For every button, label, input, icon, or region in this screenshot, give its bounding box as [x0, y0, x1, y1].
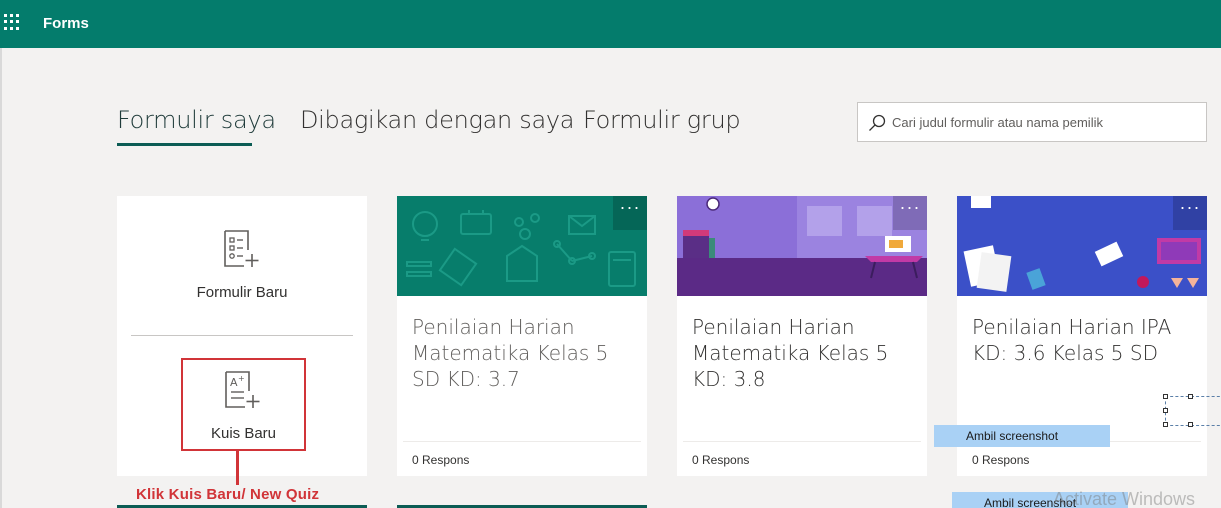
card-title: Penilaian Harian IPA KD: 3.6 Kelas 5 SD [972, 315, 1172, 365]
search-input[interactable] [892, 103, 1202, 141]
card-responses: 0 Respons [972, 453, 1030, 467]
callout-annotation: Klik Kuis Baru/ New Quiz [136, 486, 320, 503]
new-form-icon [224, 230, 259, 267]
card-title: Penilaian Harian Matematika Kelas 5 SD K… [412, 315, 609, 391]
svg-text:A: A [230, 376, 238, 389]
search-icon [869, 114, 886, 131]
snip-handle[interactable] [1163, 408, 1168, 413]
tab-active-indicator [117, 143, 252, 146]
education-pattern-icon [406, 210, 636, 287]
new-quiz-label: Kuis Baru [210, 425, 277, 442]
form-card[interactable]: ··· Penilaian Harian Matematika Kelas 5 … [397, 196, 647, 476]
snip-handle[interactable] [1188, 394, 1193, 399]
app-title[interactable]: Forms [43, 15, 89, 32]
snip-handle[interactable] [1163, 422, 1168, 427]
snip-handle[interactable] [1188, 422, 1193, 427]
new-quiz-icon: A + [225, 371, 260, 408]
search-box[interactable] [857, 102, 1207, 142]
more-options-button[interactable]: ··· [893, 196, 927, 230]
snip-handle[interactable] [1163, 394, 1168, 399]
svg-text:+: + [238, 374, 245, 383]
snip-tooltip[interactable]: Ambil screenshot [934, 425, 1110, 447]
card-banner-study [957, 196, 1207, 296]
new-form-button[interactable]: Formulir Baru [117, 196, 367, 326]
snip-selection[interactable] [1163, 394, 1221, 427]
activation-watermark: Activate Windows [1053, 489, 1196, 508]
new-form-label: Formulir Baru [196, 284, 288, 301]
callout-pointer [236, 449, 239, 485]
card-responses: 0 Respons [412, 453, 470, 467]
tab-group-forms[interactable]: Formulir grup [583, 106, 741, 134]
tab-shared-with-me[interactable]: Dibagikan dengan saya [300, 106, 574, 134]
card-divider [403, 441, 641, 442]
more-options-button[interactable]: ··· [1173, 196, 1207, 230]
new-item-panel: Formulir Baru A + Kuis Baru [117, 196, 367, 476]
study-desk-icon [963, 196, 1201, 292]
app-launcher-icon[interactable] [4, 14, 20, 30]
office-scene-icon [677, 196, 927, 296]
tab-my-forms[interactable]: Formulir saya [117, 106, 276, 134]
left-border [0, 48, 2, 508]
new-quiz-button[interactable]: A + Kuis Baru [181, 358, 306, 451]
card-divider [683, 441, 921, 442]
card-responses: 0 Respons [692, 453, 750, 467]
card-title: Penilaian Harian Matematika Kelas 5 KD: … [692, 315, 889, 391]
top-bar: Forms [0, 0, 1221, 48]
card-banner-office [677, 196, 927, 296]
form-card[interactable]: ··· Penilaian Harian Matematika Kelas 5 … [677, 196, 927, 476]
more-options-button[interactable]: ··· [613, 196, 647, 230]
card-banner-math [397, 196, 647, 296]
panel-divider [131, 335, 353, 336]
